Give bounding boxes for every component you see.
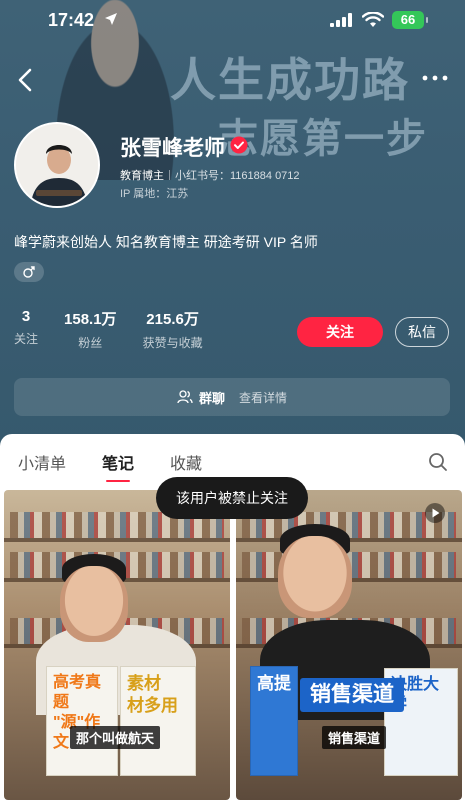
location-arrow-icon [105, 13, 117, 25]
video-play-icon [425, 503, 445, 523]
male-icon [23, 266, 35, 278]
note-card[interactable]: 高考真题 "源"作文 素材 材多用 那个叫做航天 [4, 490, 230, 800]
profile-stats: 3 关注 158.1万 粉丝 215.6万 获赞与收藏 [14, 308, 229, 351]
video-caption: 那个叫做航天 [70, 726, 161, 749]
book-cover: 高提 [250, 666, 298, 776]
wifi-icon [362, 12, 384, 27]
book-title: 素材 [127, 674, 161, 693]
battery-indicator: 66 [392, 11, 428, 29]
gender-tag [14, 262, 44, 282]
stat-followers[interactable]: 158.1万 粉丝 [64, 308, 117, 351]
stat-value: 215.6万 [146, 311, 199, 328]
person-face [278, 536, 352, 618]
book-cover: 素材 材多用 [120, 666, 196, 776]
stat-label: 获赞与收藏 [142, 336, 203, 350]
group-chat-icon [177, 390, 193, 404]
note-card[interactable]: 高提 决胜大学 销售渠道 销售渠道 [236, 490, 462, 800]
divider [169, 170, 170, 180]
header-banner-line2: 志愿第一步 [218, 116, 428, 162]
profile-tag: 教育博主 [120, 170, 164, 182]
book-title: 材多用 [127, 696, 178, 715]
stat-likes[interactable]: 215.6万 获赞与收藏 [143, 308, 203, 351]
follow-button[interactable]: 关注 [297, 317, 383, 347]
header-banner-line1: 人生成功路 [170, 53, 410, 107]
video-caption: 销售渠道 [322, 726, 387, 749]
stat-value: 3 [21, 308, 31, 325]
ip-location: IP 属地：江苏 [120, 188, 189, 200]
profile-name: 张雪峰老师 [120, 137, 225, 160]
stat-value: 158.1万 [64, 311, 117, 328]
message-button[interactable]: 私信 [395, 317, 449, 347]
stat-label: 关注 [14, 332, 39, 346]
search-icon[interactable] [428, 452, 448, 472]
group-chat-bar[interactable]: 群聊 查看详情 [14, 378, 450, 416]
content-tabs: 小清单 笔记 收藏 [18, 450, 202, 482]
group-chat-title: 群聊 [198, 390, 225, 406]
avatar[interactable] [14, 122, 100, 208]
tab-notes[interactable]: 笔记 [102, 450, 134, 482]
cellular-signal-icon [330, 13, 352, 27]
verified-badge-icon [230, 136, 248, 154]
xiaohongshu-id[interactable]: 小红书号：1161884 0712 [175, 167, 300, 183]
product-banner: 销售渠道 [300, 678, 404, 712]
status-time: 17:42 [48, 10, 95, 30]
toast-message: 该用户被禁止关注 [156, 477, 308, 519]
tab-shortlist[interactable]: 小清单 [18, 450, 66, 474]
tab-collections[interactable]: 收藏 [170, 450, 202, 474]
back-arrow-icon[interactable] [12, 64, 40, 96]
group-chat-details: 查看详情 [239, 390, 288, 405]
more-options-icon[interactable] [420, 70, 450, 86]
profile-id-row: 教育博主 小红书号：1161884 0712 [120, 167, 300, 183]
bookshelf [4, 538, 230, 542]
stat-label: 粉丝 [78, 336, 103, 350]
book-title: 高提 [257, 674, 291, 693]
status-bar: 17:42 66 [0, 0, 465, 44]
stat-following[interactable]: 3 关注 [14, 308, 38, 351]
profile-bio: 峰学蔚来创始人 知名教育博主 研途考研 VIP 名师 [14, 234, 318, 250]
person-face [60, 566, 128, 642]
book-title: 高考真题 [53, 674, 102, 711]
book-cover: 高考真题 "源"作文 [46, 666, 118, 776]
avatar-portrait [16, 124, 98, 206]
